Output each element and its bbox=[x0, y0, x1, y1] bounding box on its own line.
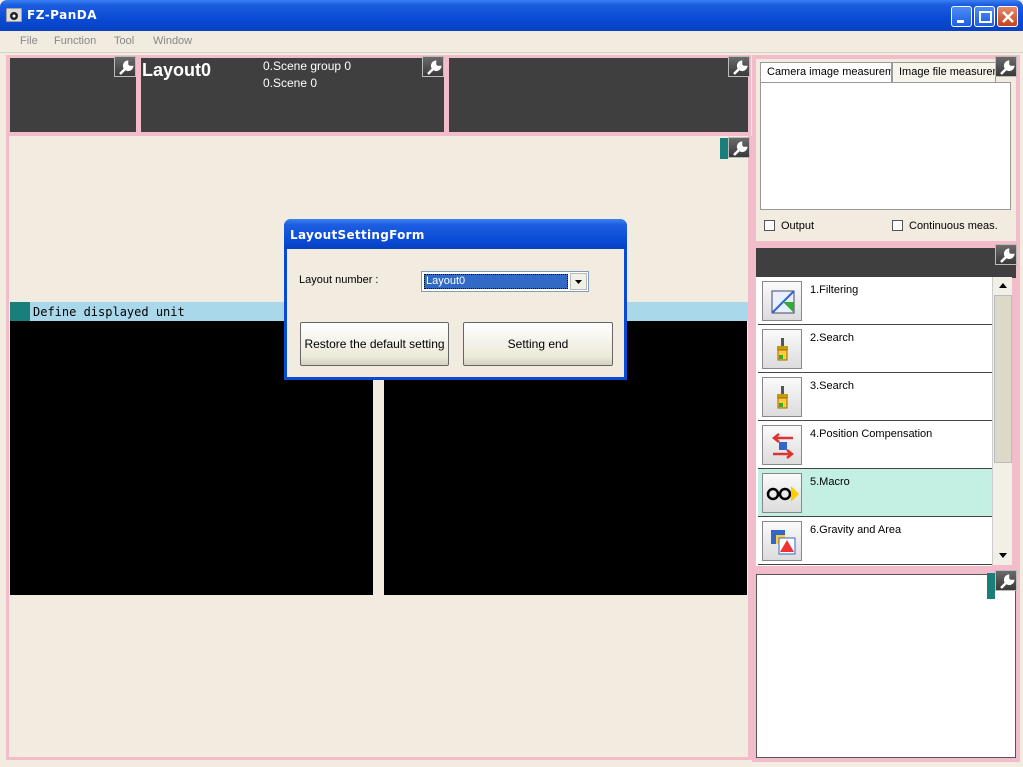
output-label: Output bbox=[781, 220, 815, 232]
minimize-button[interactable] bbox=[951, 6, 972, 27]
restore-default-button[interactable]: Restore the default setting bbox=[300, 322, 449, 366]
title-bar: FZ-PanDA bbox=[0, 0, 1023, 31]
scroll-up-button[interactable] bbox=[994, 277, 1012, 294]
scroll-down-button[interactable] bbox=[994, 547, 1012, 564]
continuous-meas-label: Continuous meas. bbox=[909, 220, 998, 232]
layout-setting-dialog: LayoutSettingForm Layout number : Layout… bbox=[284, 219, 627, 380]
setting-end-button[interactable]: Setting end bbox=[463, 322, 613, 366]
flow-item-search[interactable]: 3.Search bbox=[758, 373, 992, 421]
wrench-icon bbox=[733, 60, 748, 75]
dialog-body: Layout number : Layout0 Restore the defa… bbox=[287, 249, 624, 377]
arrow-down-icon bbox=[999, 553, 1007, 558]
dialog-title: LayoutSettingForm bbox=[290, 228, 425, 242]
flow-item-macro[interactable]: 5.Macro bbox=[758, 469, 992, 517]
wrench-icon bbox=[427, 60, 442, 75]
app-eye-icon bbox=[6, 8, 22, 22]
flow-item-label: 3.Search bbox=[810, 380, 855, 392]
maximize-icon bbox=[979, 11, 992, 23]
wrench-icon bbox=[733, 141, 748, 156]
wrench-icon bbox=[1000, 574, 1015, 589]
wrench-icon bbox=[1000, 248, 1015, 263]
panel-settings-button[interactable] bbox=[114, 56, 136, 77]
image-area-frame-left bbox=[6, 136, 9, 760]
menu-file[interactable]: File bbox=[20, 35, 38, 47]
scene-group-label: 0.Scene group 0 bbox=[263, 59, 352, 73]
flow-item-gravity-area[interactable]: 6.Gravity and Area bbox=[758, 517, 992, 565]
display-unit-label: Define displayed unit bbox=[33, 305, 185, 319]
position-compensation-icon bbox=[762, 425, 802, 465]
scroll-thumb[interactable] bbox=[994, 295, 1012, 463]
top-panel-right bbox=[449, 58, 748, 132]
layout-number-select[interactable]: Layout0 bbox=[421, 271, 589, 292]
arrow-up-icon bbox=[999, 283, 1007, 288]
chevron-down-icon[interactable] bbox=[570, 273, 587, 290]
maximize-button[interactable] bbox=[974, 6, 995, 27]
menu-tool[interactable]: Tool bbox=[114, 35, 134, 47]
gravity-area-icon bbox=[762, 521, 802, 561]
flow-scrollbar[interactable] bbox=[992, 277, 1012, 565]
measure-tab-content bbox=[760, 82, 1011, 210]
display-unit-marker bbox=[10, 302, 30, 321]
macro-icon bbox=[762, 473, 802, 513]
close-icon bbox=[1002, 11, 1014, 23]
search-tool-icon bbox=[762, 329, 802, 369]
flow-item-label: 2.Search bbox=[810, 332, 855, 344]
image-area-frame-bottom bbox=[6, 757, 752, 760]
image-area-marker bbox=[720, 138, 728, 159]
panel-settings-button[interactable] bbox=[728, 56, 750, 77]
flow-item-label: 4.Position Compensation bbox=[810, 428, 933, 440]
wrench-icon bbox=[1000, 60, 1015, 75]
search-tool-icon bbox=[762, 377, 802, 417]
flow-item-label: 1.Filtering bbox=[810, 284, 859, 296]
minimize-icon bbox=[957, 20, 964, 23]
close-button[interactable] bbox=[997, 6, 1018, 27]
wrench-icon bbox=[119, 60, 134, 75]
scene-label: 0.Scene 0 bbox=[263, 76, 318, 90]
layout-number-label: Layout number : bbox=[299, 274, 379, 286]
bottom-settings-button[interactable] bbox=[995, 570, 1017, 591]
window-title: FZ-PanDA bbox=[27, 8, 98, 22]
measure-settings-button[interactable] bbox=[995, 56, 1017, 77]
image-area-settings-button[interactable] bbox=[728, 137, 750, 158]
menu-function[interactable]: Function bbox=[54, 35, 96, 47]
flow-panel-header bbox=[756, 248, 1016, 278]
output-checkbox[interactable] bbox=[764, 220, 775, 231]
bottom-panel-marker bbox=[987, 573, 995, 599]
flow-item-position-compensation[interactable]: 4.Position Compensation bbox=[758, 421, 992, 469]
flow-settings-button[interactable] bbox=[995, 244, 1017, 265]
filter-icon bbox=[762, 281, 802, 321]
panel-settings-button[interactable] bbox=[422, 56, 444, 77]
menu-window[interactable]: Window bbox=[153, 35, 192, 47]
flow-item-label: 5.Macro bbox=[810, 476, 850, 488]
flow-item-search[interactable]: 2.Search bbox=[758, 325, 992, 373]
bottom-panel bbox=[756, 574, 1016, 758]
flow-item-label: 6.Gravity and Area bbox=[810, 524, 902, 536]
dialog-title-bar[interactable]: LayoutSettingForm bbox=[284, 219, 627, 249]
menu-bar: File Function Tool Window bbox=[0, 31, 1023, 53]
tab-camera-image-measurement[interactable]: Camera image measurement bbox=[760, 62, 892, 83]
continuous-meas-checkbox[interactable] bbox=[892, 220, 903, 231]
tab-image-file-measurement[interactable]: Image file measurement bbox=[892, 62, 996, 82]
layout-number-value: Layout0 bbox=[424, 274, 568, 289]
layout-name: Layout0 bbox=[142, 60, 212, 80]
flow-item-filtering[interactable]: 1.Filtering bbox=[758, 277, 992, 325]
